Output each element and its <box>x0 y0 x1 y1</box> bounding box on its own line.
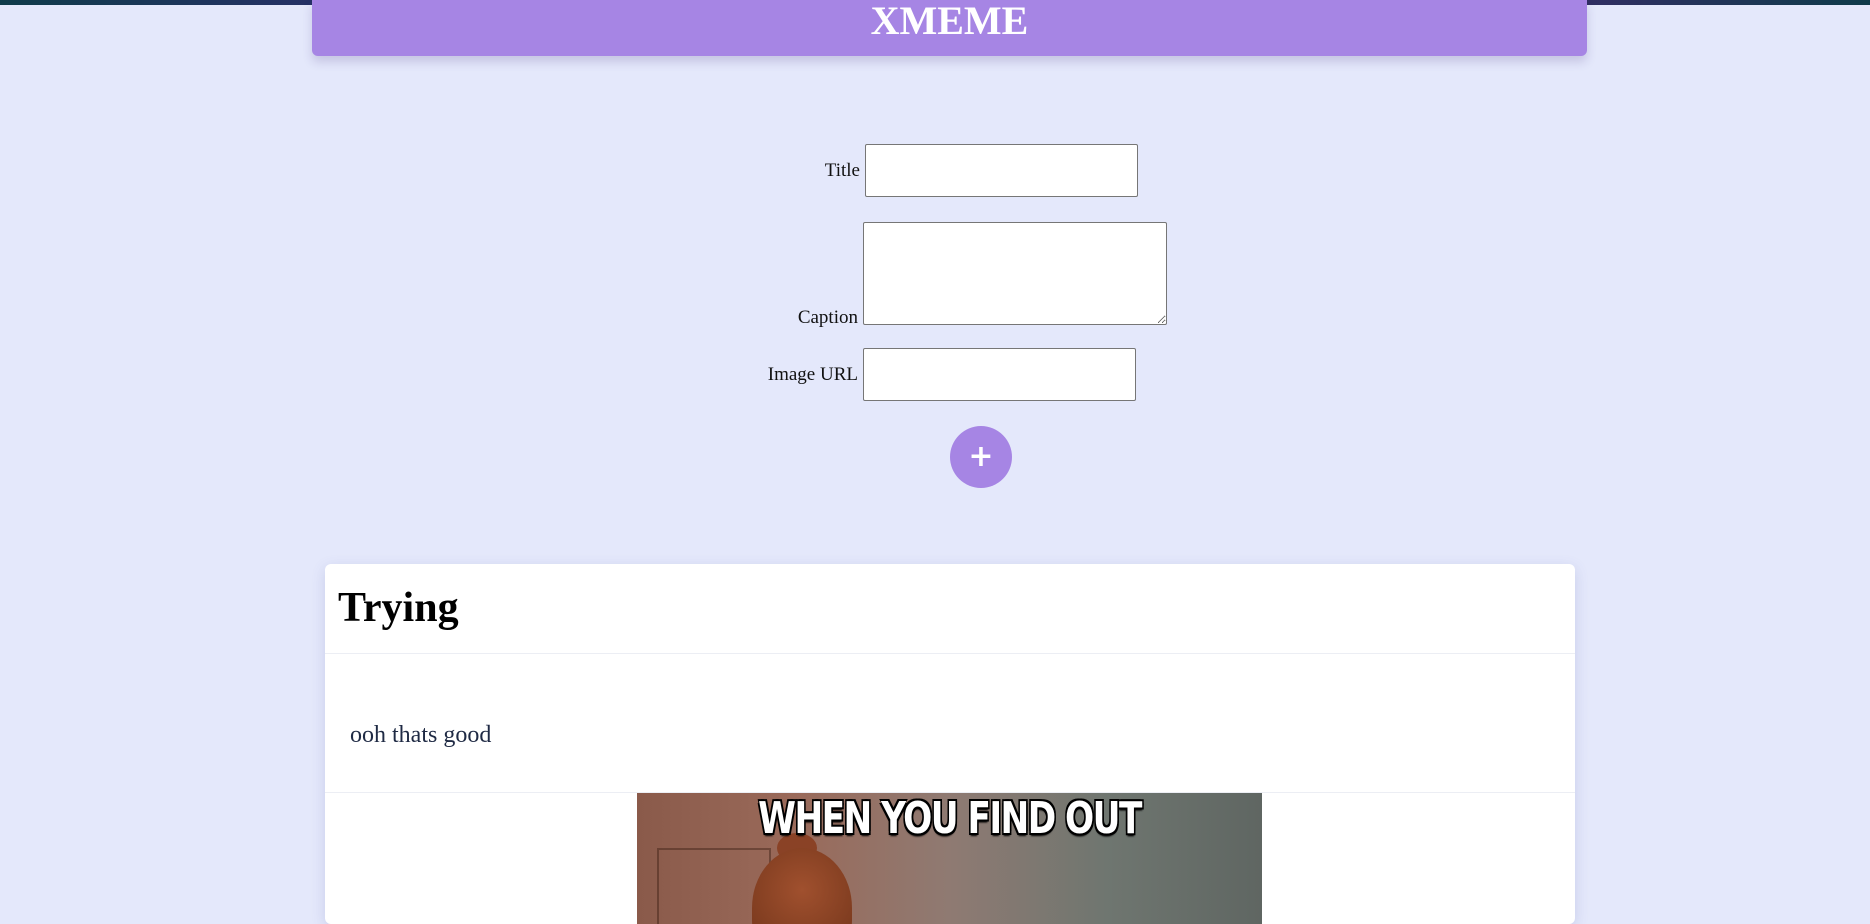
app-header: XMEME <box>312 0 1587 56</box>
card-divider <box>325 653 1575 654</box>
meme-card: Trying ooh thats good WHEN YOU FIND OUT <box>325 564 1575 924</box>
add-meme-button[interactable]: + <box>950 426 1012 488</box>
meme-card-title: Trying <box>338 585 459 631</box>
title-input[interactable] <box>865 144 1138 197</box>
meme-card-caption: ooh thats good <box>350 722 492 748</box>
caption-label: Caption <box>797 307 858 328</box>
caption-textarea[interactable] <box>863 222 1167 325</box>
meme-image: WHEN YOU FIND OUT <box>637 793 1262 924</box>
app-title: XMEME <box>870 0 1029 43</box>
image-url-label: Image URL <box>767 364 858 385</box>
image-url-input[interactable] <box>863 348 1136 401</box>
title-label: Title <box>824 160 860 181</box>
meme-image-text: WHEN YOU FIND OUT <box>758 793 1142 844</box>
